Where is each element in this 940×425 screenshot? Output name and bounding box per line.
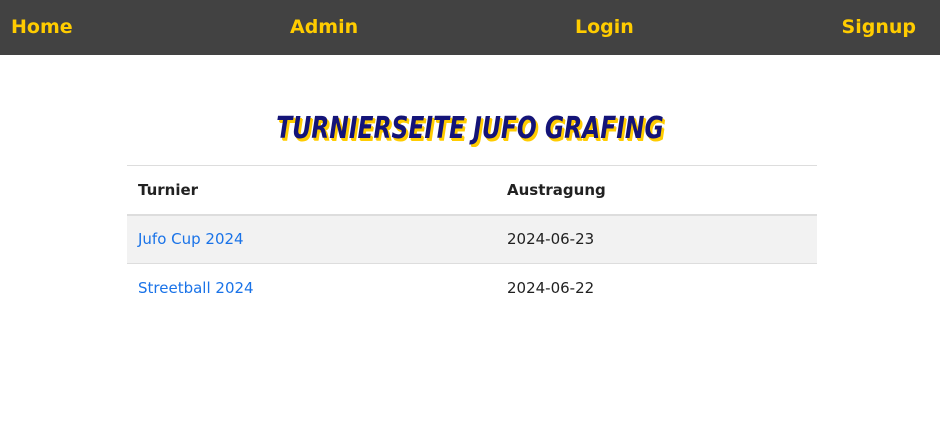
tournament-date-cell: 2024-06-22 xyxy=(507,279,595,298)
tournament-name-cell: Jufo Cup 2024 xyxy=(127,215,496,264)
column-header-turnier: Turnier xyxy=(138,180,199,199)
table-header: Turnier Austragung xyxy=(127,165,817,215)
tournament-date-cell: 2024-06-23 xyxy=(507,230,595,249)
page-title: Turnierseite Jufo Grafing xyxy=(276,111,664,146)
nav-home-link[interactable]: Home xyxy=(11,0,73,55)
column-header-austragung: Austragung xyxy=(507,180,606,199)
tournament-link[interactable]: Streetball 2024 xyxy=(138,279,254,297)
tournament-table: Turnier Austragung Jufo Cup 2024 2024-06… xyxy=(127,165,817,313)
table-header-row: Turnier Austragung xyxy=(127,165,817,215)
table-row: Jufo Cup 2024 2024-06-23 xyxy=(127,214,817,264)
nav-login-link[interactable]: Login xyxy=(575,0,634,55)
table-row: Streetball 2024 2024-06-22 xyxy=(127,264,817,313)
nav-signup-link[interactable]: Signup xyxy=(842,0,916,55)
table-body: Jufo Cup 2024 2024-06-23 Streetball 2024… xyxy=(127,214,817,313)
tournament-table-container: Turnier Austragung Jufo Cup 2024 2024-06… xyxy=(127,165,817,313)
top-navbar: Home Admin Login Signup xyxy=(0,0,940,55)
nav-admin-link[interactable]: Admin xyxy=(290,0,358,55)
tournament-link[interactable]: Jufo Cup 2024 xyxy=(138,230,244,248)
tournament-name-cell: Streetball 2024 xyxy=(127,264,496,313)
